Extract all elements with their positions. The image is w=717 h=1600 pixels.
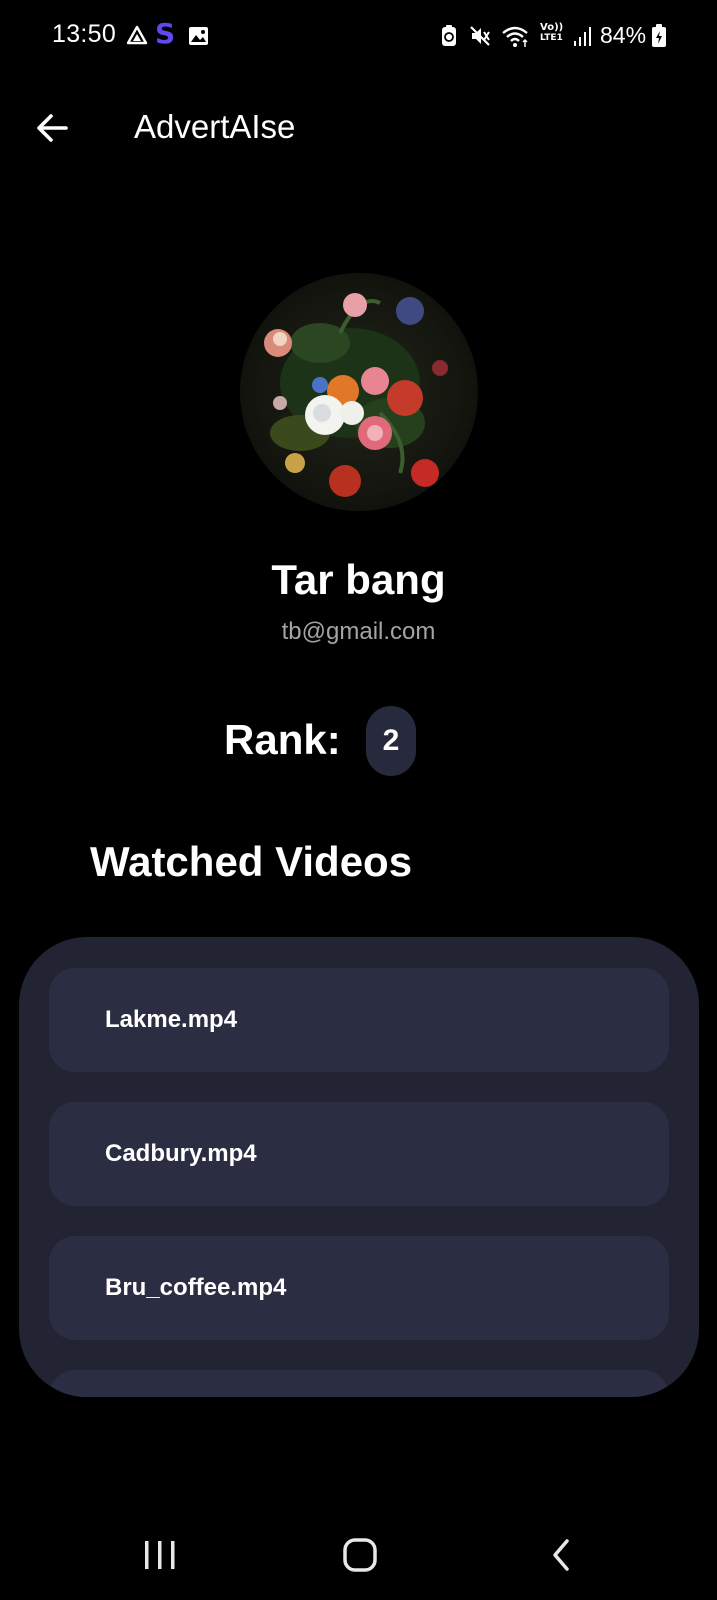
recents-button[interactable] [130,1530,190,1580]
battery-saver-icon [442,25,456,46]
gallery-icon [189,27,208,45]
watched-videos-title: Watched Videos [90,838,413,885]
video-item-cadbury[interactable]: Cadbury.mp4 [49,1102,669,1206]
signal-icon [574,27,591,46]
home-icon [343,1538,377,1572]
status-bar: 13:50 S Vo)) LTE1 84% [0,0,717,74]
home-button[interactable] [330,1530,390,1580]
video-item-label: Bru_coffee.mp4 [105,1274,287,1301]
s-app-icon: S [155,17,176,50]
flower-painting-avatar [240,273,478,511]
video-item-bru-coffee[interactable]: Bru_coffee.mp4 [49,1236,669,1340]
video-list[interactable]: Lakme.mp4 Cadbury.mp4 Bru_coffee.mp4 [49,968,669,1397]
video-item-lakme[interactable]: Lakme.mp4 [49,968,669,1072]
recents-icon [145,1541,175,1569]
profile-name: Tar bang [271,556,446,603]
back-button[interactable] [30,106,74,150]
status-time: 13:50 [52,20,117,48]
back-chevron-icon [553,1539,569,1571]
rank-badge: 2 [366,706,416,776]
rank-label: Rank: [224,716,341,763]
video-item-partial[interactable] [49,1370,669,1397]
watched-videos-panel: Lakme.mp4 Cadbury.mp4 Bru_coffee.mp4 [19,937,699,1397]
video-item-label: Cadbury.mp4 [105,1140,257,1167]
mute-icon [470,26,490,46]
avatar [240,273,478,511]
volte-icon: Vo)) LTE1 [540,22,564,43]
battery-charging-icon [652,24,666,47]
app-title: AdvertAIse [134,108,296,145]
wifi-icon [502,26,528,47]
video-item-label: Lakme.mp4 [105,1006,238,1033]
profile-email: tb@gmail.com [281,618,436,645]
nav-back-button[interactable] [531,1530,591,1580]
battery-percent: 84% [600,22,647,48]
arrow-left-icon [37,114,68,142]
drive-icon [126,25,148,45]
